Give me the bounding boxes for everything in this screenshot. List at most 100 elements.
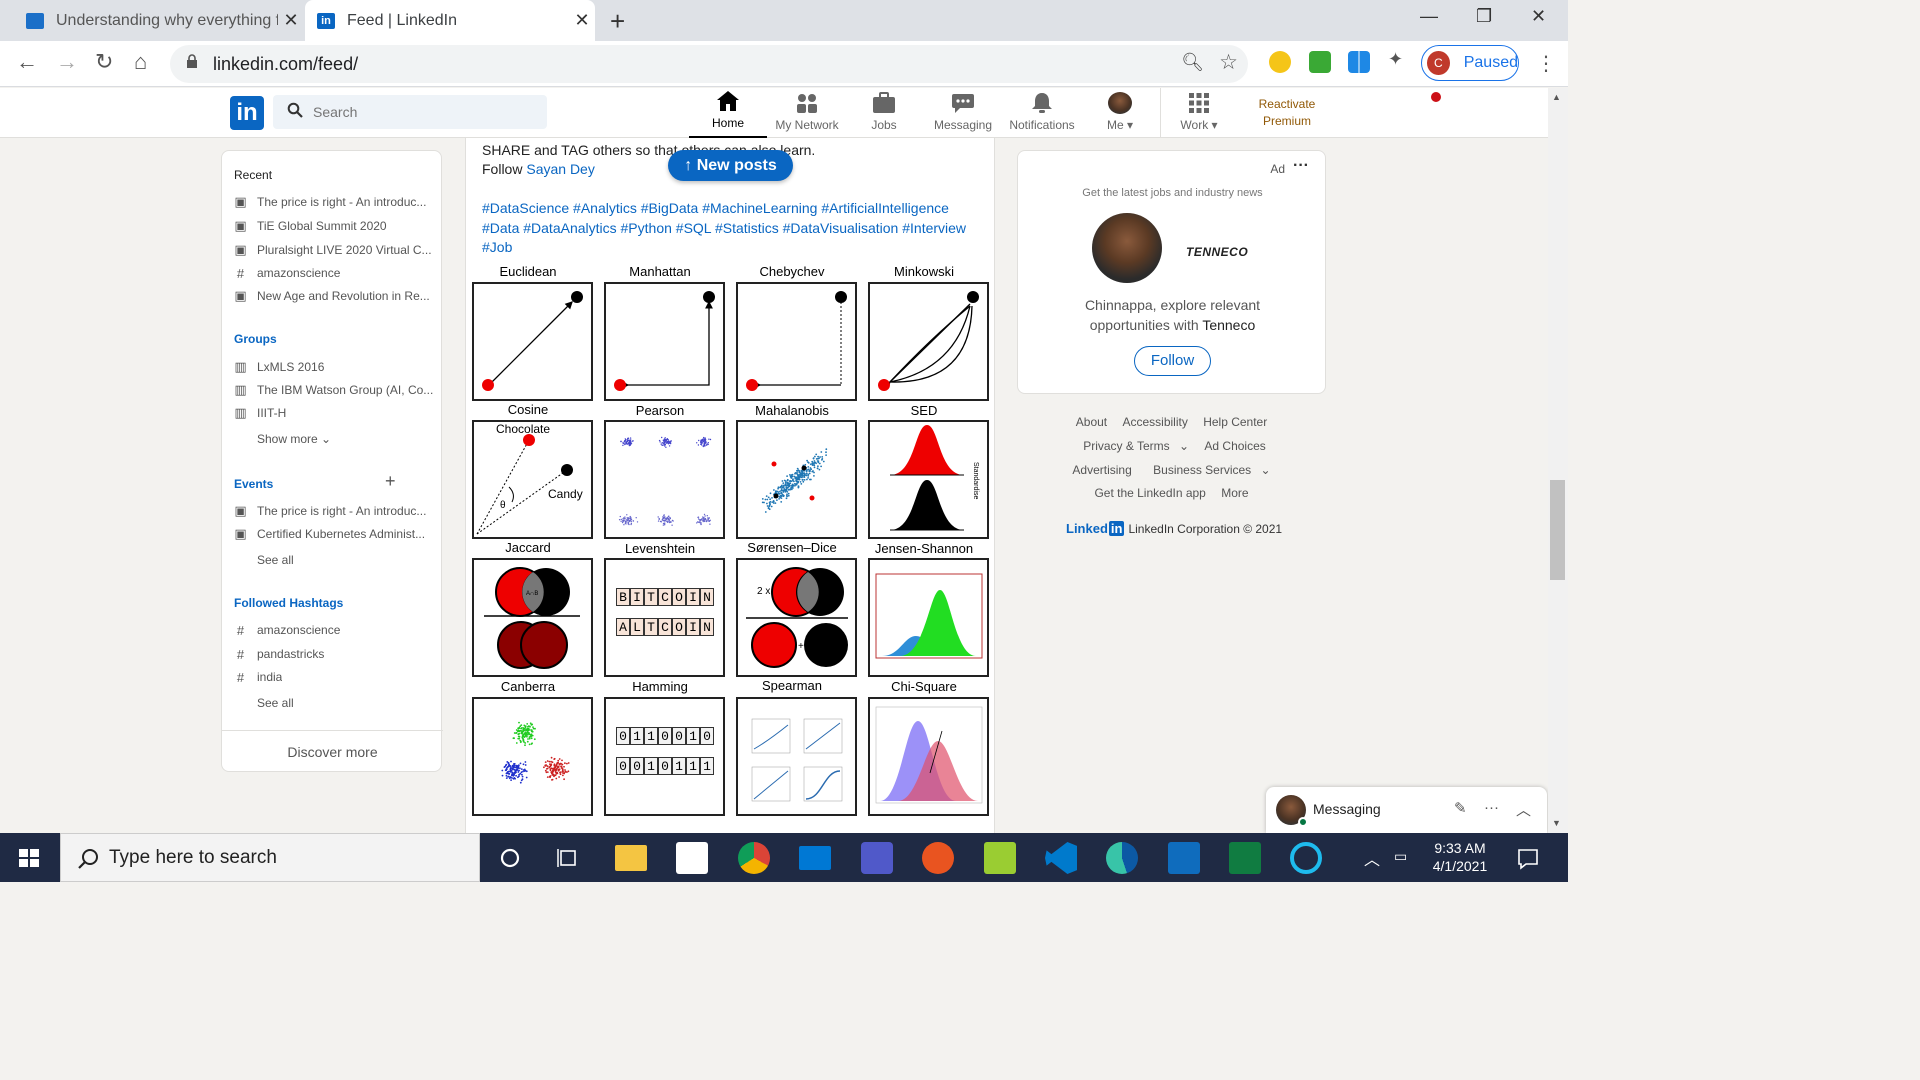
footer-link[interactable]: Help Center — [1203, 415, 1267, 429]
scatter-point — [626, 514, 628, 516]
forward-icon[interactable]: → — [56, 49, 78, 75]
battery-icon[interactable]: ▭ — [1394, 848, 1407, 865]
extensions-puzzle-icon[interactable]: ✦ — [1388, 49, 1410, 71]
add-event-icon[interactable]: + — [385, 471, 396, 492]
system-clock[interactable]: 9:33 AM 4/1/2021 — [1418, 839, 1502, 875]
more-options-icon[interactable]: ··· — [1484, 799, 1499, 816]
search-input[interactable] — [311, 95, 541, 129]
footer-link[interactable]: Privacy & Terms ⌄ — [1077, 439, 1189, 453]
bell-icon — [1032, 93, 1052, 113]
compose-icon[interactable]: ✎ — [1454, 799, 1467, 817]
recent-item[interactable]: ▣ TiE Global Summit 2020 — [234, 218, 434, 233]
notepad-plus-icon[interactable] — [984, 842, 1016, 874]
post-hashtags[interactable]: #DataScience #Analytics #BigData #Machin… — [482, 199, 982, 258]
edge-icon[interactable] — [1106, 842, 1138, 874]
file-explorer-icon[interactable] — [615, 845, 647, 871]
recent-item[interactable]: ▣ The price is right - An introduc... — [234, 194, 434, 209]
search-box[interactable] — [273, 95, 547, 129]
teams-icon[interactable] — [861, 842, 893, 874]
event-item[interactable]: ▣ The price is right - An introduc... — [234, 503, 434, 518]
minimize-icon[interactable]: — — [1420, 6, 1438, 27]
chrome-icon[interactable] — [738, 842, 770, 874]
scatter-point — [700, 519, 702, 521]
follow-button[interactable]: Follow — [1134, 346, 1211, 376]
excel-icon[interactable] — [1229, 842, 1261, 874]
footer-link[interactable]: More — [1221, 486, 1248, 500]
reactivate-premium-link[interactable]: Reactivate Premium — [1244, 96, 1330, 130]
scatter-point — [661, 436, 663, 439]
messaging-bar[interactable]: Messaging ✎ ··· ︿ — [1266, 787, 1547, 833]
footer-link[interactable]: Accessibility — [1122, 415, 1187, 429]
footer-link[interactable]: Get the LinkedIn app — [1094, 486, 1205, 500]
address-bar[interactable]: linkedin.com/feed/ 🔍︎ ☆ — [170, 45, 1248, 83]
recent-item[interactable]: # amazonscience — [234, 266, 434, 281]
back-icon[interactable]: ← — [16, 49, 38, 75]
ubuntu-icon[interactable] — [922, 842, 954, 874]
mail-icon[interactable] — [799, 846, 831, 870]
scroll-down-icon[interactable]: ▼ — [1552, 818, 1561, 828]
groups-heading[interactable]: Groups — [234, 332, 277, 346]
notification-center-icon[interactable] — [1512, 842, 1544, 874]
show-more-button[interactable]: Show more ⌄ — [257, 432, 331, 446]
task-view-icon[interactable] — [552, 842, 584, 874]
nav-messaging[interactable]: Messaging — [930, 88, 996, 138]
more-options-icon[interactable]: ··· — [1293, 157, 1309, 175]
nav-me[interactable]: Me ▾ — [1094, 88, 1146, 138]
close-tab-icon[interactable]: ✕ — [569, 10, 595, 31]
vscode-icon[interactable] — [1045, 842, 1077, 874]
new-tab-icon[interactable]: + — [610, 6, 625, 37]
recent-item[interactable]: ▣ Pluralsight LIVE 2020 Virtual C... — [234, 242, 434, 257]
windows-start-icon[interactable] — [0, 833, 58, 882]
store-icon[interactable] — [676, 842, 708, 874]
lock-extension-icon[interactable] — [1309, 51, 1331, 73]
internet-explorer-icon[interactable] — [1290, 842, 1322, 874]
nav-jobs[interactable]: Jobs — [852, 88, 916, 138]
new-posts-button[interactable]: ↑ New posts — [668, 150, 793, 181]
hashtag-item[interactable]: # india — [234, 670, 434, 685]
footer-link[interactable]: Business Services ⌄ — [1147, 463, 1270, 477]
discover-more-button[interactable]: Discover more — [222, 730, 443, 773]
footer-link[interactable]: Advertising — [1072, 463, 1131, 477]
events-heading[interactable]: Events — [234, 477, 273, 491]
zoom-icon[interactable]: 🔍︎ — [1181, 52, 1204, 73]
scrollbar-thumb[interactable] — [1550, 480, 1565, 580]
close-window-icon[interactable]: ✕ — [1531, 6, 1546, 27]
cortana-icon[interactable] — [494, 842, 526, 874]
footer-link[interactable]: About — [1076, 415, 1107, 429]
group-item[interactable]: ▥ LxMLS 2016 — [234, 359, 434, 374]
reload-icon[interactable]: ↻ — [95, 49, 113, 75]
chevron-up-icon[interactable]: ︿ — [1364, 846, 1380, 870]
hashtag-item[interactable]: # amazonscience — [234, 623, 434, 638]
linkedin-logo[interactable]: in — [230, 96, 264, 130]
see-all-events-link[interactable]: See all — [257, 553, 294, 567]
author-link[interactable]: Sayan Dey — [526, 161, 594, 177]
browser-tab-active[interactable]: in Feed | LinkedIn ✕ — [305, 0, 595, 41]
nav-my-network[interactable]: My Network — [770, 88, 844, 138]
bookmark-star-icon[interactable]: ☆ — [1219, 50, 1238, 75]
windows-extension-icon[interactable] — [1348, 51, 1370, 73]
close-tab-icon[interactable]: ✕ — [278, 10, 304, 31]
scroll-up-icon[interactable]: ▲ — [1552, 92, 1561, 102]
event-item[interactable]: ▣ Certified Kubernetes Administ... — [234, 526, 434, 541]
glasses-extension-icon[interactable] — [1269, 51, 1291, 73]
see-all-hashtags-link[interactable]: See all — [257, 696, 294, 710]
nav-notifications[interactable]: Notifications — [1004, 88, 1080, 138]
chevron-up-icon[interactable]: ︿ — [1516, 799, 1531, 820]
browser-tab[interactable]: Understanding why everything fe ✕ — [14, 0, 304, 41]
avatar: C — [1427, 51, 1450, 75]
group-item[interactable]: ▥ IIIT-H — [234, 405, 434, 420]
nav-work[interactable]: Work ▾ — [1170, 88, 1228, 138]
footer-link[interactable]: Ad Choices — [1204, 439, 1265, 453]
taskbar-search[interactable]: Type here to search — [60, 833, 480, 882]
recent-item[interactable]: ▣ New Age and Revolution in Re... — [234, 288, 434, 303]
followed-hashtags-heading[interactable]: Followed Hashtags — [234, 596, 343, 610]
outlook-icon[interactable] — [1168, 842, 1200, 874]
restore-icon[interactable]: ❐ — [1476, 6, 1492, 27]
group-item[interactable]: ▥ The IBM Watson Group (AI, Co... — [234, 382, 434, 397]
profile-button[interactable]: C Paused — [1421, 45, 1519, 81]
page-scrollbar[interactable]: ▲ ▼ — [1548, 88, 1568, 833]
browser-menu-icon[interactable]: ⋮ — [1536, 51, 1556, 76]
hashtag-item[interactable]: # pandastricks — [234, 647, 434, 662]
nav-home[interactable]: Home — [689, 88, 1443, 138]
home-icon[interactable]: ⌂ — [134, 49, 147, 75]
